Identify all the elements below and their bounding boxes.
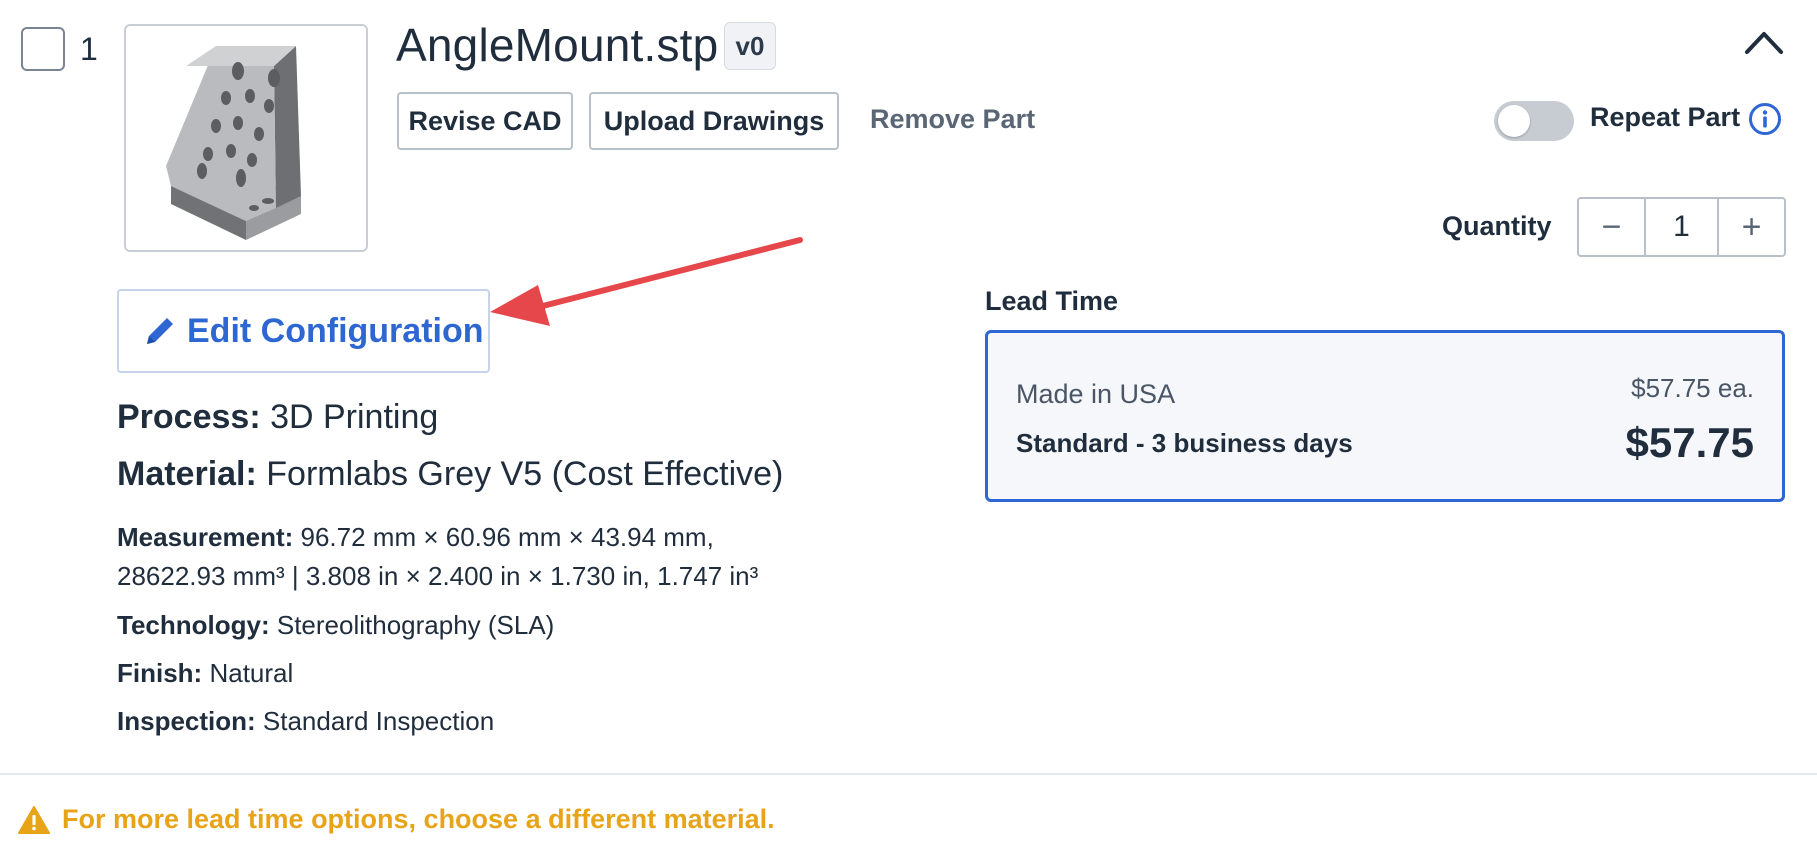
warning-icon bbox=[18, 806, 50, 834]
lead-time-origin: Made in USA bbox=[1016, 379, 1176, 409]
lead-time-label: Lead Time bbox=[985, 286, 1119, 316]
version-badge: v0 bbox=[724, 22, 776, 70]
technology-key: Technology: bbox=[117, 610, 270, 640]
part-select-checkbox[interactable] bbox=[21, 27, 65, 71]
lead-time-warning: For more lead time options, choose a dif… bbox=[62, 804, 775, 834]
process-spec: Process: 3D Printing bbox=[117, 398, 438, 437]
part-filename: AngleMount.stp bbox=[396, 19, 719, 71]
part-index: 1 bbox=[80, 31, 98, 67]
inspection-key: Inspection: bbox=[117, 706, 256, 736]
quantity-label: Quantity bbox=[1442, 211, 1552, 241]
quantity-stepper: − 1 + bbox=[1577, 197, 1786, 257]
edit-configuration-label: Edit Configuration bbox=[187, 311, 484, 350]
quantity-input[interactable]: 1 bbox=[1646, 199, 1717, 255]
finish-value: Natural bbox=[209, 658, 294, 688]
repeat-part-toggle[interactable] bbox=[1494, 101, 1574, 141]
technology-value: Stereolithography (SLA) bbox=[276, 610, 555, 640]
part-thumbnail[interactable] bbox=[124, 24, 368, 252]
inspection-spec: Inspection: Standard Inspection bbox=[117, 702, 494, 741]
measurement-key: Measurement: bbox=[117, 522, 294, 552]
part-thumbnail-image bbox=[166, 46, 301, 240]
chevron-up-icon[interactable] bbox=[1742, 24, 1786, 60]
process-value: 3D Printing bbox=[270, 398, 439, 436]
edit-configuration-button[interactable]: Edit Configuration bbox=[117, 289, 490, 373]
plus-icon: + bbox=[1741, 207, 1762, 246]
revise-cad-button[interactable]: Revise CAD bbox=[397, 92, 573, 150]
total-price: $57.75 bbox=[1625, 419, 1754, 466]
quantity-increment-button[interactable]: + bbox=[1717, 199, 1784, 255]
finish-spec: Finish: Natural bbox=[117, 654, 293, 693]
technology-spec: Technology: Stereolithography (SLA) bbox=[117, 606, 554, 645]
upload-drawings-button[interactable]: Upload Drawings bbox=[589, 92, 839, 150]
minus-icon: − bbox=[1601, 207, 1622, 246]
unit-price: $57.75 ea. bbox=[1631, 373, 1754, 403]
material-key: Material: bbox=[117, 455, 257, 493]
lead-time-option-card[interactable]: Made in USA Standard - 3 business days $… bbox=[985, 330, 1785, 502]
remove-part-link[interactable]: Remove Part bbox=[870, 104, 1035, 135]
repeat-part-label: Repeat Part bbox=[1590, 102, 1741, 132]
info-icon[interactable] bbox=[1748, 102, 1782, 136]
process-key: Process: bbox=[117, 398, 261, 436]
finish-key: Finish: bbox=[117, 658, 203, 688]
lead-time-option: Standard - 3 business days bbox=[1016, 428, 1353, 458]
material-value: Formlabs Grey V5 (Cost Effective) bbox=[266, 455, 784, 493]
quantity-decrement-button[interactable]: − bbox=[1579, 199, 1646, 255]
divider bbox=[0, 773, 1817, 775]
toggle-knob bbox=[1498, 105, 1530, 137]
inspection-value: Standard Inspection bbox=[262, 706, 495, 736]
material-spec: Material: Formlabs Grey V5 (Cost Effecti… bbox=[117, 455, 783, 494]
measurement-spec: Measurement: 96.72 mm × 60.96 mm × 43.94… bbox=[117, 518, 817, 596]
pencil-icon bbox=[147, 318, 173, 344]
annotation-arrow bbox=[490, 237, 803, 326]
